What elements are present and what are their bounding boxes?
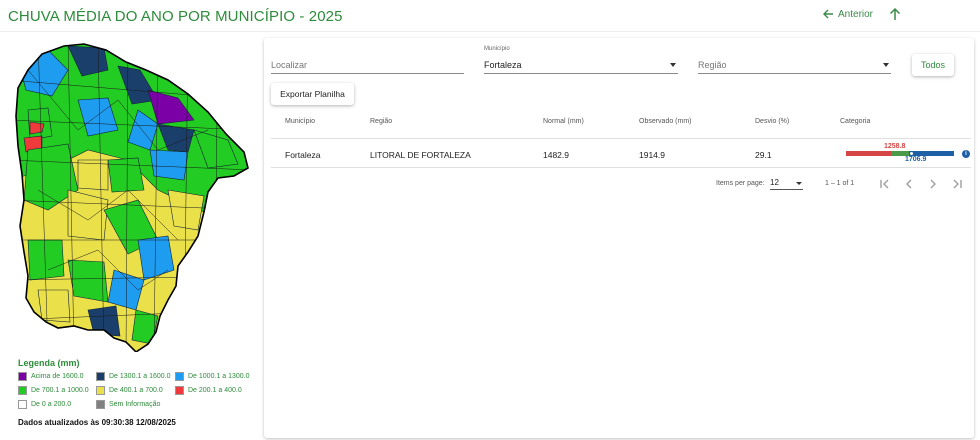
legend-item: De 0 a 200.0 [18, 400, 71, 409]
first-page-icon [880, 179, 889, 189]
ceara-municipality-map[interactable] [8, 40, 252, 352]
category-segment-below [846, 151, 891, 156]
legend-swatch [96, 372, 105, 381]
last-page-button[interactable] [950, 177, 964, 191]
column-header-municipio[interactable]: Município [285, 118, 315, 125]
map-panel: Legenda (mm) Acima de 1600.0 De 1300.1 a… [4, 38, 256, 438]
last-updated: Dados atualizados às 09:30:38 12/08/2025 [18, 418, 176, 427]
first-page-button[interactable] [878, 177, 892, 191]
legend-label: De 1000.1 a 1300.0 [188, 373, 250, 380]
back-button[interactable]: Anterior [822, 8, 873, 20]
row-divider [271, 167, 971, 168]
category-upper-limit: 1706.9 [905, 156, 927, 163]
chevron-down-icon [796, 182, 802, 185]
category-bar [846, 151, 954, 156]
legend-title: Legenda (mm) [18, 358, 80, 368]
cell-normal: 1482.9 [543, 150, 569, 160]
export-spreadsheet-button[interactable]: Exportar Planilha [271, 83, 354, 105]
legend-label: De 400.1 a 700.0 [109, 387, 163, 394]
legend-item: De 400.1 a 700.0 [96, 386, 163, 395]
column-header-normal[interactable]: Normal (mm) [543, 118, 584, 125]
cell-observado: 1914.9 [639, 150, 665, 160]
legend-swatch [18, 386, 27, 395]
page-size-value: 12 [770, 178, 779, 187]
legend-swatch [175, 386, 184, 395]
legend-label: De 700.1 a 1000.0 [31, 387, 89, 394]
chevron-down-icon [883, 63, 889, 67]
last-page-icon [953, 179, 962, 189]
up-button[interactable] [888, 7, 902, 21]
todos-button[interactable]: Todos [912, 54, 954, 76]
legend-item: De 1300.1 a 1600.0 [96, 372, 171, 381]
legend-item: De 1000.1 a 1300.0 [175, 372, 250, 381]
municipio-label: Município [484, 46, 510, 52]
legend-swatch [175, 372, 184, 381]
legend-swatch [96, 400, 105, 409]
legend-label: Acima de 1600.0 [31, 373, 84, 380]
legend-swatch [18, 400, 27, 409]
arrow-up-icon [888, 7, 902, 21]
info-icon[interactable]: i [962, 150, 970, 158]
legend-swatch [96, 386, 105, 395]
legend-label: De 200.1 a 400.0 [188, 387, 242, 394]
column-header-categoria[interactable]: Categoria [840, 118, 870, 125]
legend-item: Sem Informação [96, 400, 160, 409]
legend-label: De 0 a 200.0 [31, 401, 72, 408]
cell-desvio: 29.1 [755, 150, 772, 160]
header-divider [271, 138, 971, 139]
page-size-select[interactable]: 12 [770, 178, 803, 190]
column-header-regiao[interactable]: Região [370, 118, 392, 125]
page-title: CHUVA MÉDIA DO ANO POR MUNICÍPIO - 2025 [8, 8, 343, 25]
search-placeholder: Localizar [271, 60, 308, 70]
previous-page-button[interactable] [902, 177, 916, 191]
cell-municipio: Fortaleza [285, 150, 321, 160]
legend-item: De 700.1 a 1000.0 [18, 386, 89, 395]
next-page-button[interactable] [926, 177, 940, 191]
regiao-placeholder: Região [698, 60, 727, 70]
next-page-icon [930, 179, 936, 189]
arrow-left-icon [822, 8, 834, 20]
column-header-desvio[interactable]: Desvio (%) [755, 118, 789, 125]
legend-item: De 200.1 a 400.0 [175, 386, 242, 395]
items-per-page-label: Items per page: [716, 180, 765, 187]
legend-swatch [18, 372, 27, 381]
legend-item: Acima de 1600.0 [18, 372, 84, 381]
municipio-value: Fortaleza [484, 60, 522, 70]
search-input[interactable]: Localizar [271, 54, 464, 74]
top-bar: CHUVA MÉDIA DO ANO POR MUNICÍPIO - 2025 … [0, 0, 980, 32]
data-card: Localizar Município Fortaleza Região Tod… [264, 38, 974, 438]
chevron-down-icon [670, 63, 676, 67]
page-range: 1 – 1 of 1 [825, 180, 855, 187]
column-header-observado[interactable]: Observado (mm) [639, 118, 692, 125]
legend-label: Sem Informação [109, 401, 161, 408]
municipio-select[interactable]: Município Fortaleza [484, 46, 678, 74]
legend-label: De 1300.1 a 1600.0 [109, 373, 171, 380]
cell-regiao: LITORAL DE FORTALEZA [370, 150, 471, 160]
back-label: Anterior [838, 8, 874, 20]
regiao-select[interactable]: Região [698, 54, 891, 74]
previous-page-icon [906, 179, 912, 189]
category-lower-limit: 1258.8 [884, 143, 906, 150]
